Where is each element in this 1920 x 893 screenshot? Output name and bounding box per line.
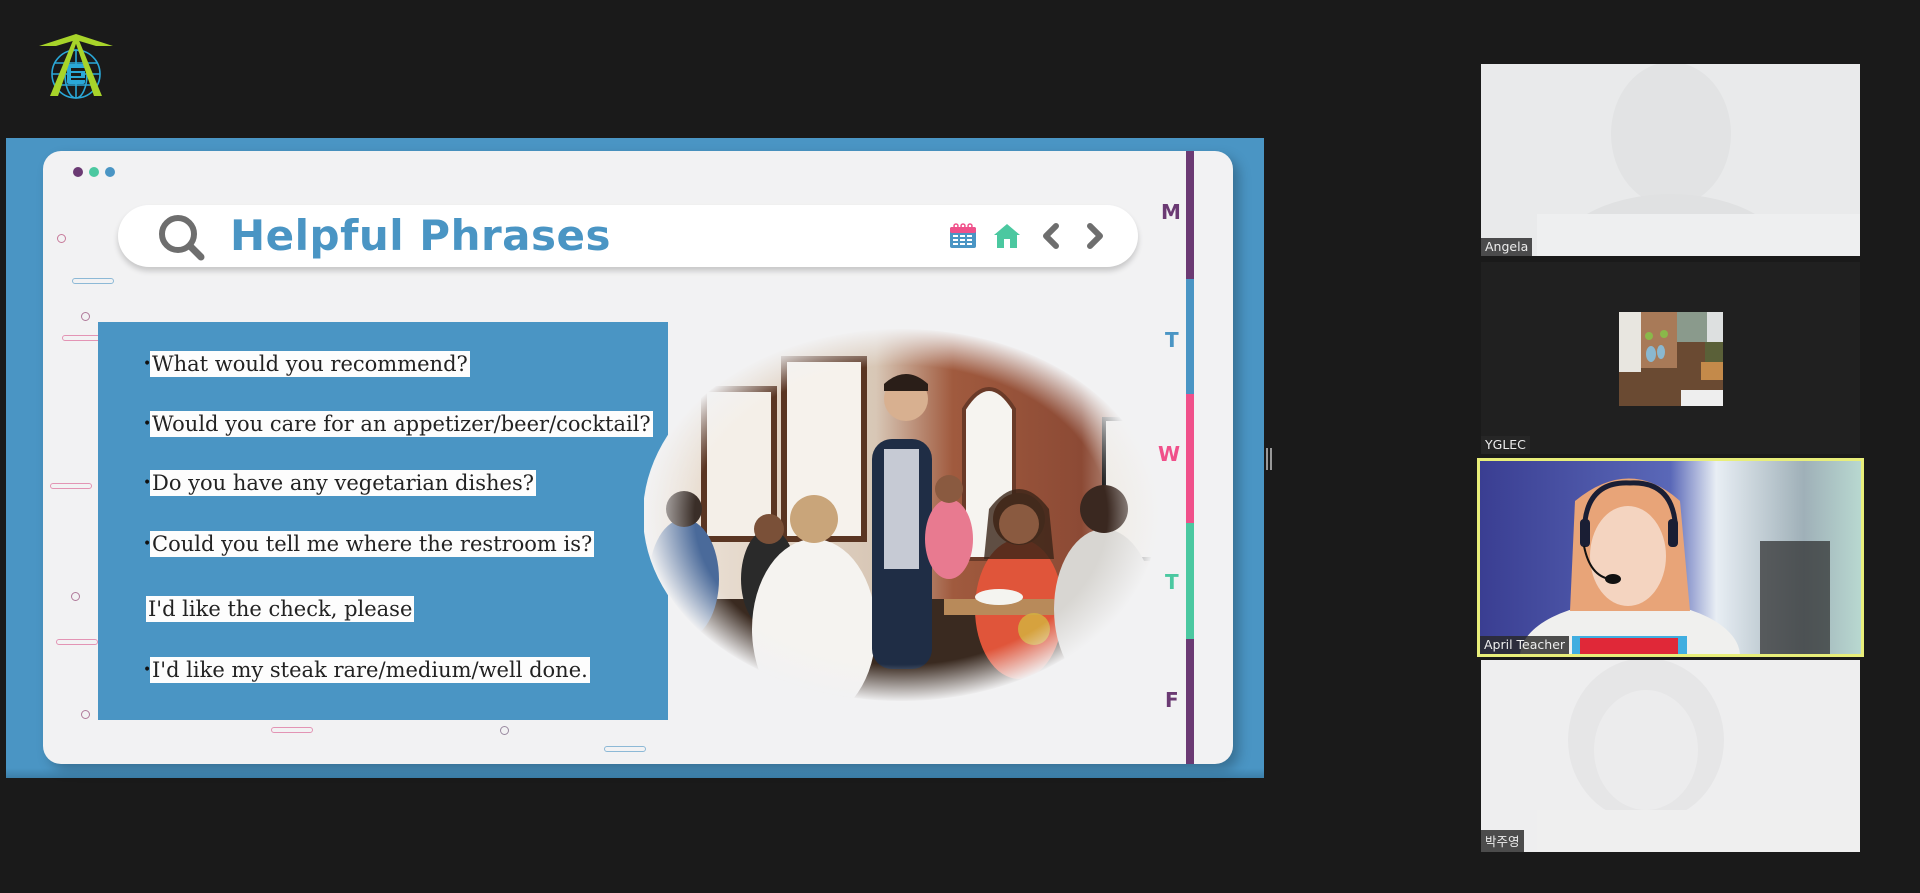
title-bar: Helpful Phrases <box>118 205 1138 267</box>
phrase-item: I'd like the check, please <box>146 596 415 622</box>
calendar-icon[interactable] <box>948 221 978 251</box>
slide-title: Helpful Phrases <box>230 211 612 260</box>
decoration-circle <box>500 726 509 735</box>
slide: Helpful Phrases M T W T F • What would y… <box>43 151 1233 764</box>
phrase-item: • Do you have any vegetarian dishes? <box>143 470 536 496</box>
participant-video <box>1481 660 1860 852</box>
phrase-text: I'd like my steak rare/medium/well done. <box>150 657 590 683</box>
restaurant-photo <box>644 329 1159 701</box>
decoration-pill <box>271 727 313 733</box>
window-dots <box>73 167 115 177</box>
weekday-segment-mon <box>1186 151 1194 279</box>
shared-screen-edge <box>6 768 1264 778</box>
weekday-rail <box>1186 151 1194 764</box>
decoration-circle <box>57 234 66 243</box>
decoration-circle <box>81 312 90 321</box>
participant-video <box>1480 461 1861 654</box>
dot-green <box>89 167 99 177</box>
search-icon <box>159 215 205 261</box>
phrase-text: Could you tell me where the restroom is? <box>150 531 595 557</box>
phrase-item: • I'd like my steak rare/medium/well don… <box>143 657 590 683</box>
participant-tile-angela[interactable]: Angela <box>1481 64 1860 256</box>
participant-name: Angela <box>1481 238 1533 256</box>
weekday-tab-fri[interactable]: F <box>1165 688 1179 712</box>
dot-blue <box>105 167 115 177</box>
bullet: • <box>143 662 152 678</box>
bullet: • <box>143 475 152 491</box>
phrases-panel: • What would you recommend? • Would you … <box>98 322 668 720</box>
phrase-text: What would you recommend? <box>150 351 470 377</box>
yglec-logo <box>36 32 118 104</box>
yglec-globe-arrow-logo-icon <box>39 34 113 99</box>
resize-handle-icon[interactable] <box>1266 447 1272 471</box>
dot-purple <box>73 167 83 177</box>
weekday-segment-fri <box>1186 639 1194 764</box>
participant-name: April Teacher <box>1480 636 1570 654</box>
phrase-text: Would you care for an appetizer/beer/coc… <box>150 411 653 437</box>
participant-video <box>1481 64 1860 256</box>
participant-name: YGLEC <box>1481 436 1530 454</box>
chevron-left-icon[interactable] <box>1036 221 1066 251</box>
decoration-pill <box>50 483 92 489</box>
decoration-pill <box>56 639 98 645</box>
participant-tile-yglec[interactable]: YGLEC <box>1481 262 1860 454</box>
weekday-tab-wed[interactable]: W <box>1158 442 1180 466</box>
participant-tile-april-teacher[interactable]: April Teacher <box>1477 458 1864 657</box>
phrase-text: Do you have any vegetarian dishes? <box>150 470 536 496</box>
profile-picture <box>1619 312 1723 406</box>
participant-name: 박주영 <box>1481 830 1524 852</box>
bullet: • <box>143 356 152 372</box>
weekday-tab-thu[interactable]: T <box>1165 570 1179 594</box>
decoration-pill <box>72 278 114 284</box>
chevron-right-icon[interactable] <box>1080 221 1110 251</box>
bullet: • <box>143 416 152 432</box>
shared-screen: Helpful Phrases M T W T F • What would y… <box>6 138 1264 778</box>
phrase-item: • Could you tell me where the restroom i… <box>143 531 595 557</box>
decoration-circle <box>81 710 90 719</box>
weekday-tab-mon[interactable]: M <box>1161 200 1181 224</box>
phrase-item: • What would you recommend? <box>143 351 470 377</box>
weekday-segment-tue <box>1186 279 1194 394</box>
weekday-segment-wed <box>1186 394 1194 523</box>
participant-tile-park-juyoung[interactable]: 박주영 <box>1481 660 1860 852</box>
home-icon[interactable] <box>992 221 1022 251</box>
decoration-pill <box>604 746 646 752</box>
bullet: • <box>143 536 152 552</box>
phrase-item: • Would you care for an appetizer/beer/c… <box>143 411 653 437</box>
phrase-text: I'd like the check, please <box>146 596 415 622</box>
weekday-tab-tue[interactable]: T <box>1165 328 1179 352</box>
decoration-circle <box>71 592 80 601</box>
slide-toolbar <box>948 221 1110 251</box>
weekday-segment-thu <box>1186 523 1194 639</box>
